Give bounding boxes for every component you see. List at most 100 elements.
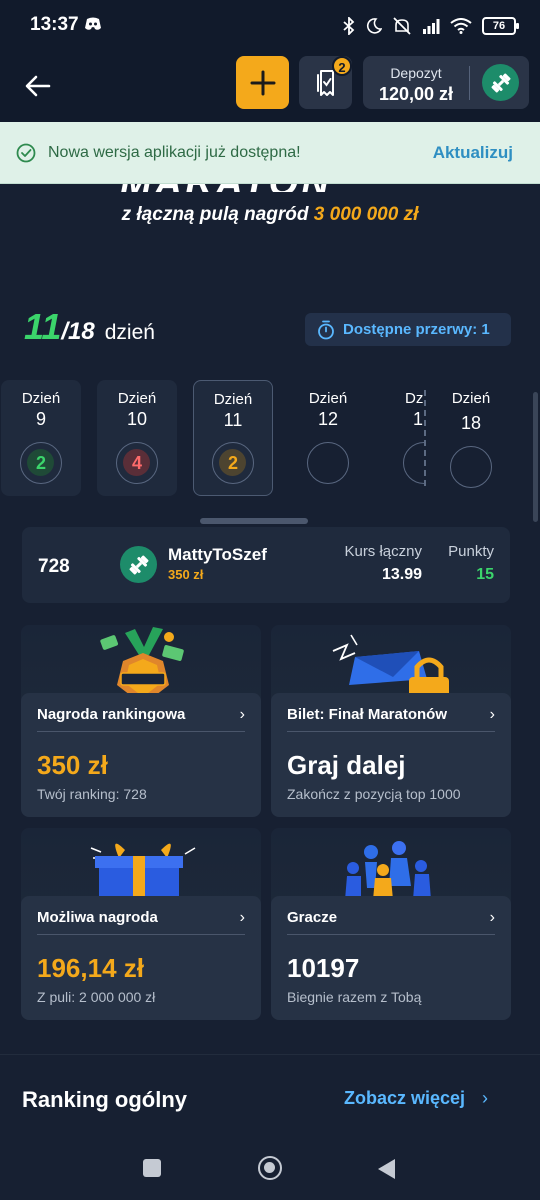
hero-subtitle-prefix: z łączną pulą nagród <box>121 204 309 225</box>
card-divider <box>287 934 495 935</box>
signal-icon <box>423 19 440 34</box>
day-score-empty <box>450 446 492 488</box>
hero-prize-pool: 3 000 000 zł <box>313 204 419 225</box>
deposit-button[interactable]: Depozyt 120,00 zł <box>363 56 529 109</box>
info-card: Gracze › 10197 Biegnie razem z Tobą <box>271 896 511 1020</box>
app-header: 2 Depozyt 120,00 zł <box>0 52 540 122</box>
discord-icon <box>85 17 101 30</box>
add-bet-button[interactable] <box>236 56 289 109</box>
day-score: 2 <box>212 442 254 484</box>
players-card[interactable]: Gracze › 10197 Biegnie razem z Tobą <box>271 828 511 1020</box>
card-subtitle: Z puli: 2 000 000 zł <box>37 989 156 1005</box>
available-breaks[interactable]: Dostępne przerwy: 1 <box>305 313 511 346</box>
back-nav-button[interactable] <box>375 1157 397 1181</box>
player-name: MattyToSzef <box>168 545 267 564</box>
tickets-count-badge: 2 <box>332 56 352 76</box>
bluetooth-icon <box>343 17 355 35</box>
hero-subtitle: z łączną pulą nagród 3 000 000 zł <box>0 204 540 226</box>
card-value: Graj dalej <box>287 750 406 780</box>
day-label: Dzień <box>308 390 348 407</box>
chevron-right-icon: › <box>489 706 495 723</box>
info-card: Nagroda rankingowa › 350 zł Twój ranking… <box>21 693 261 817</box>
carousel-divider <box>424 390 426 486</box>
day-number: 18 <box>460 413 482 433</box>
dumbbell-icon <box>129 555 148 574</box>
scrollbar[interactable] <box>533 392 538 522</box>
day-card-12[interactable]: Dzień 12 <box>288 380 368 496</box>
check-circle-icon <box>16 143 36 163</box>
day-score-empty <box>307 442 349 484</box>
day-score: 2 <box>20 442 62 484</box>
day-label: Dzi <box>405 390 424 407</box>
points-label: Punkty <box>448 543 494 560</box>
available-breaks-label: Dostępne przerwy: 1 <box>343 321 490 338</box>
day-card-11[interactable]: Dzień 11 2 <box>193 380 273 496</box>
avatar[interactable] <box>482 64 519 101</box>
day-label: Dzień <box>117 390 157 407</box>
day-number: 11 <box>223 410 243 430</box>
info-card: Możliwa nagroda › 196,14 zł Z puli: 2 00… <box>21 896 261 1020</box>
day-card-10[interactable]: Dzień 10 4 <box>97 380 177 496</box>
chevron-right-icon: › <box>239 706 245 723</box>
day-card-9[interactable]: Dzień 9 2 <box>1 380 81 496</box>
status-icons: 76 <box>342 14 519 38</box>
day-total: /18 <box>61 318 95 345</box>
moon-icon <box>366 18 382 34</box>
recents-button[interactable] <box>143 1159 161 1177</box>
update-banner: Nowa wersja aplikacji już dostępna! Aktu… <box>0 122 540 184</box>
player-avatar <box>120 546 157 583</box>
card-value: 196,14 zł <box>37 953 144 983</box>
day-score-empty <box>403 442 424 484</box>
mute-icon <box>393 17 411 35</box>
day-counter: 11 /18 dzień <box>24 306 155 350</box>
back-button[interactable] <box>18 66 58 106</box>
chevron-right-icon: › <box>489 909 495 926</box>
card-title: Nagroda rankingowa <box>37 706 186 723</box>
day-card-13[interactable]: Dzi 1 <box>384 380 424 496</box>
total-odds-value: 13.99 <box>381 566 422 583</box>
day-card-18[interactable]: Dzień 18 <box>431 380 511 496</box>
day-current: 11 <box>24 306 62 347</box>
arrow-left-icon <box>25 75 51 97</box>
status-bar: 13:37 76 <box>0 0 540 52</box>
stopwatch-icon <box>318 320 334 339</box>
day-label: Dzień <box>451 390 491 407</box>
card-divider <box>37 934 245 935</box>
info-card: Bilet: Finał Maratonów › Graj dalej Zako… <box>271 693 511 817</box>
update-banner-text: Nowa wersja aplikacji już dostępna! <box>48 144 301 161</box>
card-divider <box>37 731 245 732</box>
player-rank: 728 <box>38 556 70 577</box>
chevron-right-icon: › <box>239 909 245 926</box>
day-number: 12 <box>317 409 339 429</box>
dumbbell-icon <box>491 73 510 92</box>
card-divider <box>287 731 495 732</box>
ranking-prize-card[interactable]: Nagroda rankingowa › 350 zł Twój ranking… <box>21 625 261 817</box>
home-button[interactable] <box>258 1156 282 1180</box>
day-number: 10 <box>126 409 148 429</box>
day-label: Dzień <box>213 391 253 408</box>
section-divider <box>0 1054 540 1055</box>
day-label: Dzień <box>21 390 61 407</box>
card-value: 350 zł <box>37 750 108 780</box>
card-value: 10197 <box>287 953 360 983</box>
day-score: 4 <box>116 442 158 484</box>
day-number: 9 <box>35 409 46 429</box>
total-odds-label: Kurs łączny <box>344 543 422 560</box>
ranking-title: Ranking ogólny <box>22 1087 187 1112</box>
possible-prize-card[interactable]: Możliwa nagroda › 196,14 zł Z puli: 2 00… <box>21 828 261 1020</box>
system-nav-bar <box>0 1138 540 1200</box>
plus-icon <box>250 70 275 95</box>
card-title: Bilet: Finał Maratonów <box>287 706 448 723</box>
player-ranking-row[interactable]: 728 MattyToSzef 350 zł Kurs łączny 13.99… <box>22 527 510 603</box>
card-subtitle: Zakończ z pozycją top 1000 <box>287 786 461 802</box>
see-more-link[interactable]: Zobacz więcej <box>344 1088 465 1109</box>
battery-icon: 76 <box>482 17 519 35</box>
deposit-amount: 120,00 zł <box>378 84 454 104</box>
wifi-icon <box>450 18 472 34</box>
final-ticket-card[interactable]: Bilet: Finał Maratonów › Graj dalej Zako… <box>271 625 511 817</box>
chevron-right-icon[interactable]: › <box>482 1088 488 1109</box>
update-button[interactable]: Aktualizuj <box>433 143 513 163</box>
status-time: 13:37 <box>30 14 79 35</box>
day-word: dzień <box>104 321 155 344</box>
card-title: Możliwa nagroda <box>37 909 158 926</box>
